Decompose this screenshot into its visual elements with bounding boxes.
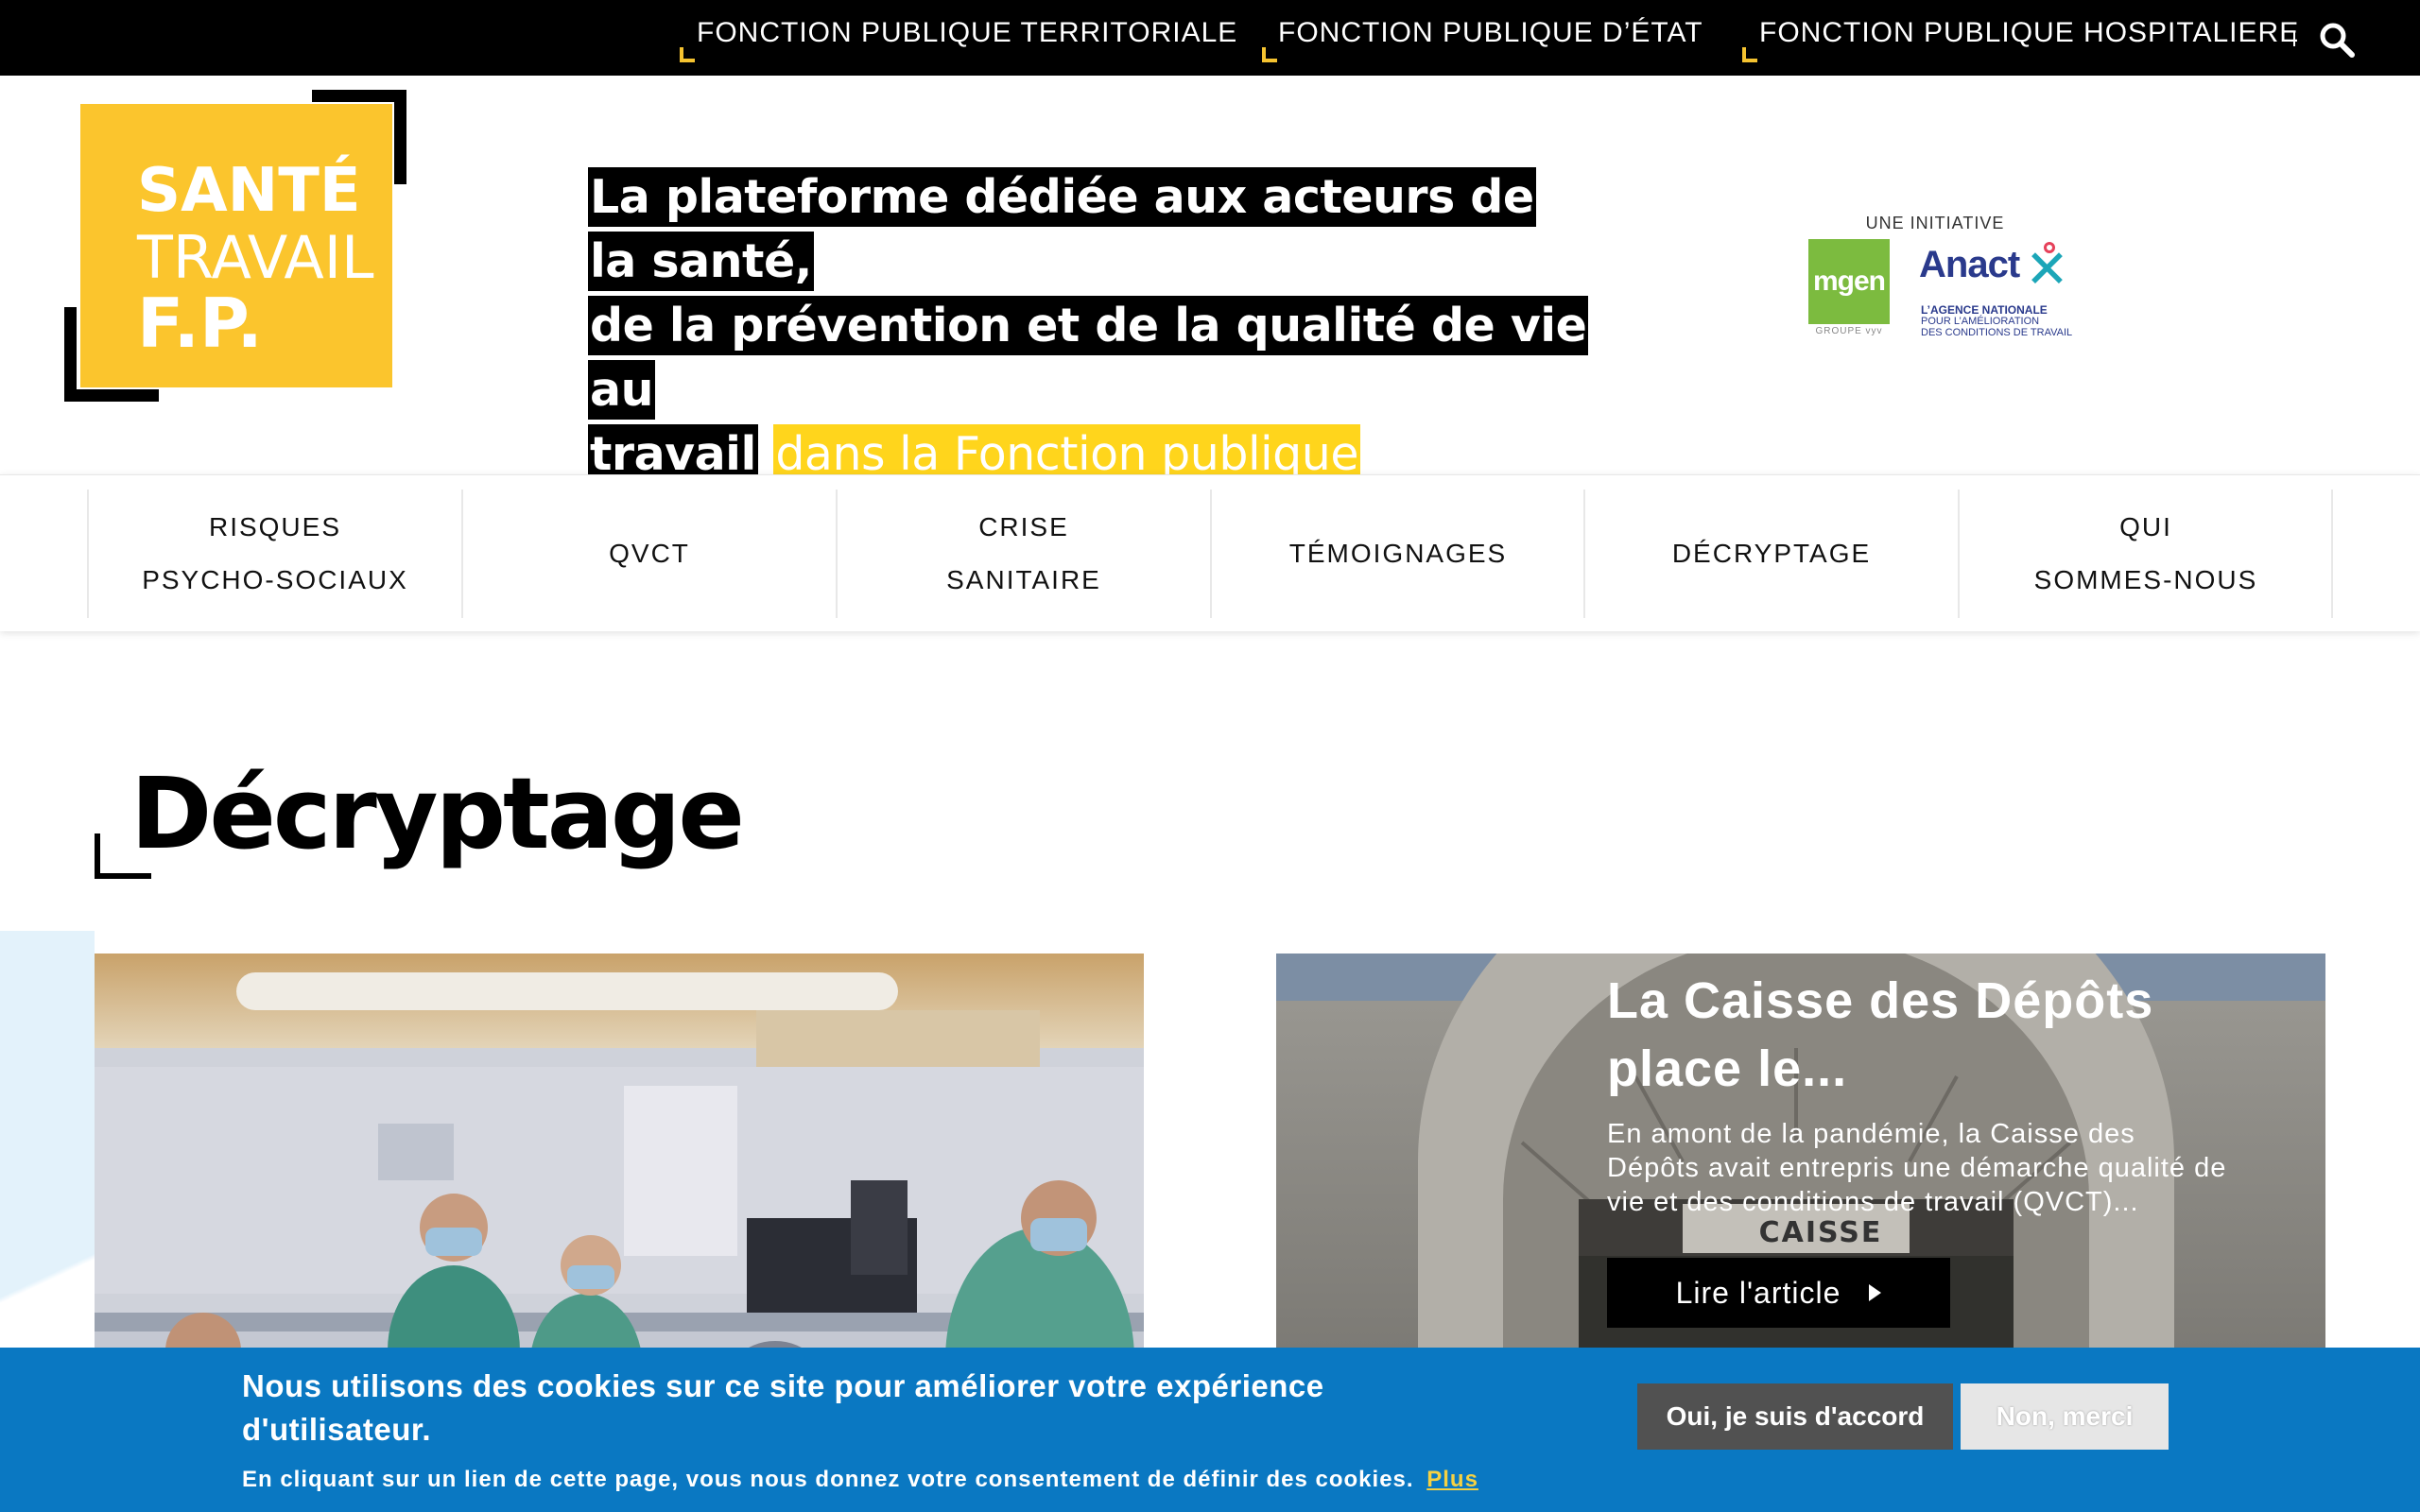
cookie-consent-label: En cliquant sur un lien de cette page, v… xyxy=(242,1467,1414,1492)
nav-item-risques[interactable]: RISQUES PSYCHO-SOCIAUX xyxy=(89,475,461,632)
nav-item-qvct[interactable]: QVCT xyxy=(463,475,836,632)
initiative-label: UNE INITIATIVE xyxy=(1865,214,2005,232)
tagline-part-1: La plateforme dédiée aux acteurs de la s… xyxy=(588,167,1536,291)
site-tagline: La plateforme dédiée aux acteurs de la s… xyxy=(588,165,1590,487)
top-bar: FONCTION PUBLIQUE TERRITORIALE FONCTION … xyxy=(0,0,2420,76)
anact-dot-mark xyxy=(2044,242,2055,253)
anact-subtitle-line-2: DES CONDITIONS DE TRAVAIL xyxy=(1921,327,2073,338)
cookie-more-link[interactable]: Plus xyxy=(1426,1467,1478,1492)
logo-box: SANTÉ TRAVAIL F.P. xyxy=(80,104,392,387)
top-link-etat[interactable]: FONCTION PUBLIQUE D’ÉTAT xyxy=(1278,17,1703,49)
top-link-territoriale[interactable]: FONCTION PUBLIQUE TERRITORIALE xyxy=(697,17,1237,49)
anact-subtitle: L’AGENCE NATIONALE POUR L’AMÉLIORATION D… xyxy=(1921,304,2110,338)
cookie-decline-button[interactable]: Non, merci xyxy=(1961,1383,2169,1450)
mgen-logo[interactable]: mgen xyxy=(1808,239,1890,324)
main-navigation: RISQUES PSYCHO-SOCIAUX QVCT CRISE SANITAIR… xyxy=(0,474,2420,631)
cookie-accept-button[interactable]: Oui, je suis d'accord xyxy=(1637,1383,1953,1450)
nav-item-qui-sommes-nous[interactable]: QUI SOMMES-NOUS xyxy=(1960,475,2332,632)
mgen-group-label: GROUPE vyv xyxy=(1815,326,1883,336)
nav-item-label: CRISE xyxy=(978,512,1069,541)
play-arrow-icon xyxy=(1869,1284,1882,1301)
building-sign: CAISSE xyxy=(1758,1216,1883,1249)
cookie-consent-text: En cliquant sur un lien de cette page, v… xyxy=(242,1467,1478,1493)
logo-line-1: SANTÉ xyxy=(137,156,361,226)
nav-item-label: QVCT xyxy=(609,539,690,568)
corner-accent-icon xyxy=(680,47,695,62)
logo-line-2: TRAVAIL xyxy=(137,223,374,292)
page-title: Décryptage xyxy=(130,756,745,871)
top-bar-separator xyxy=(2293,31,2295,46)
cookie-message: Nous utilisons des cookies sur ce site p… xyxy=(242,1368,1324,1447)
anact-subtitle-line-1: POUR L’AMÉLIORATION xyxy=(1921,316,2040,327)
nav-item-decryptage[interactable]: DÉCRYPTAGE xyxy=(1585,475,1958,632)
nav-divider xyxy=(2331,490,2333,618)
nav-item-label: DÉCRYPTAGE xyxy=(1671,539,1872,568)
nav-item-label: RISQUES xyxy=(208,512,341,541)
nav-item-temoignages[interactable]: TÉMOIGNAGES xyxy=(1212,475,1584,632)
anact-subtitle-bold: L’AGENCE NATIONALE xyxy=(1921,303,2048,317)
nav-item-label: TÉMOIGNAGES xyxy=(1288,539,1508,568)
corner-accent-icon xyxy=(1742,47,1757,62)
read-article-label: Lire l'article xyxy=(1675,1275,1841,1310)
cookie-banner: Nous utilisons des cookies sur ce site p… xyxy=(0,1348,2420,1512)
nav-item-label: SOMMES-NOUS xyxy=(2033,565,2258,594)
site-logo[interactable]: SANTÉ TRAVAIL F.P. xyxy=(64,90,406,402)
logo-line-3: F.P. xyxy=(137,284,263,363)
corner-accent-icon xyxy=(1262,47,1277,62)
nav-item-crise-sanitaire[interactable]: CRISE SANITAIRE xyxy=(838,475,1210,632)
top-link-hospitaliere[interactable]: FONCTION PUBLIQUE HOSPITALIERE xyxy=(1759,17,2299,49)
search-icon[interactable] xyxy=(2318,21,2356,59)
featured-article-title[interactable]: La Caisse des Dépôts place le... xyxy=(1607,967,2193,1103)
nav-item-label: QUI xyxy=(2119,512,2172,541)
anact-logo[interactable]: Anact xyxy=(1919,244,2020,286)
nav-item-label: PSYCHO-SOCIAUX xyxy=(142,565,408,594)
read-article-button[interactable]: Lire l'article xyxy=(1607,1258,1950,1328)
nav-item-label: SANITAIRE xyxy=(946,565,1101,594)
tagline-part-2: de la prévention et de la qualité de vie… xyxy=(588,296,1589,420)
featured-article-description: En amont de la pandémie, la Caisse des D… xyxy=(1607,1119,2227,1217)
